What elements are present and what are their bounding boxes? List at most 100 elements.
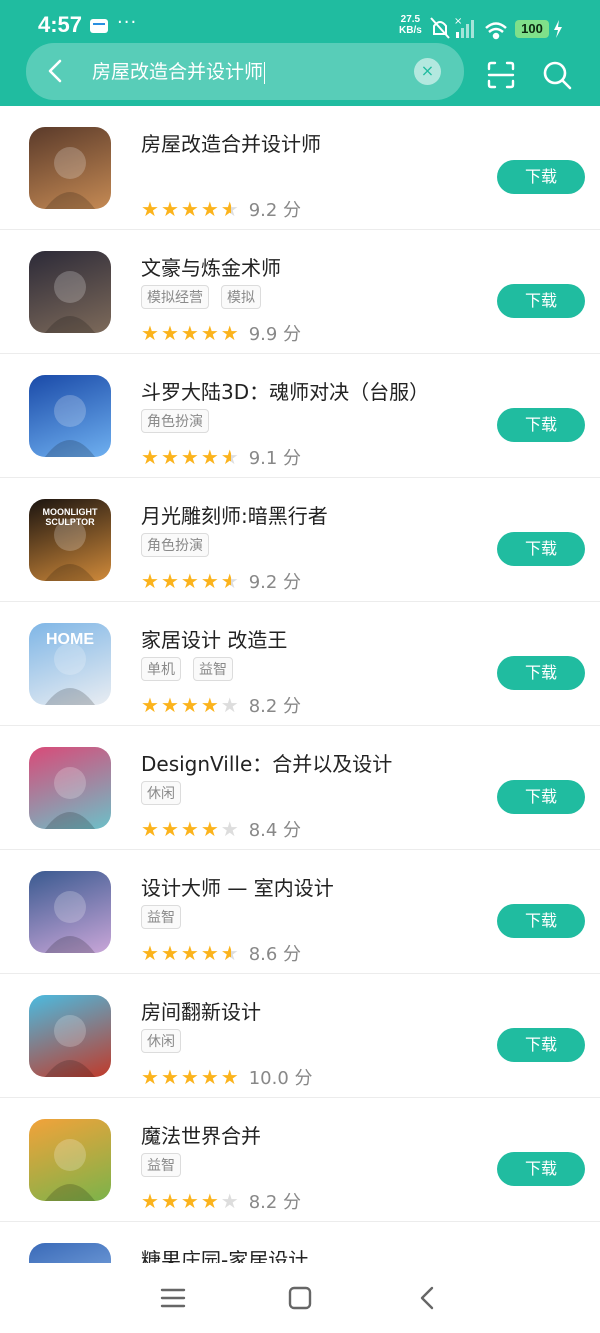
home-icon[interactable]	[287, 1285, 313, 1311]
app-score: 8.2 分	[248, 696, 302, 717]
app-score: 9.2 分	[248, 572, 302, 593]
woman-portrait-icon[interactable]	[29, 127, 111, 209]
star-rating: ★★★★★	[141, 569, 241, 593]
app-tags: 益智	[141, 1153, 193, 1177]
app-tags: 角色扮演	[141, 409, 221, 433]
app-tag: 模拟	[221, 285, 261, 309]
star-full: ★	[141, 1065, 161, 1089]
redhead-crystal-icon[interactable]	[29, 995, 111, 1077]
star-full: ★	[200, 321, 221, 345]
app-title[interactable]: 文豪与炼金术师	[141, 252, 281, 281]
status-icons: ×	[430, 16, 507, 40]
search-bar[interactable]: 房屋改造合并设计师 ×	[26, 43, 464, 100]
app-tag: 模拟经营	[141, 285, 209, 309]
app-rating: ★★★★★ 9.2 分	[141, 196, 301, 222]
star-full: ★	[180, 817, 201, 841]
grass-cube-icon[interactable]	[29, 1119, 111, 1201]
clear-search-button[interactable]: ×	[414, 58, 441, 85]
app-title[interactable]: 魔法世界合并	[141, 1120, 261, 1149]
app-title[interactable]: 斗罗大陆3D：魂师对决（台服）	[141, 376, 429, 405]
star-full: ★	[160, 817, 181, 841]
star-rating: ★★★★★	[141, 321, 241, 345]
star-full: ★	[180, 693, 201, 717]
star-full: ★	[141, 1189, 161, 1213]
status-time: 4:57	[38, 12, 83, 37]
mute-bell-icon	[430, 17, 450, 39]
star-full: ★	[160, 197, 181, 221]
couple-umbrella-icon[interactable]	[29, 747, 111, 829]
download-button[interactable]: 下载	[497, 1028, 585, 1062]
star-full: ★	[160, 693, 181, 717]
star-full: ★	[160, 941, 181, 965]
app-rating: ★★★★★ 10.0 分	[141, 1064, 313, 1090]
app-tags: 角色扮演	[141, 533, 221, 557]
search-icon[interactable]	[542, 60, 572, 90]
app-rating: ★★★★★ 8.6 分	[141, 940, 301, 966]
app-tag: 单机	[141, 657, 181, 681]
mother-baby-icon[interactable]	[29, 871, 111, 953]
moonlight-sculptor-logo-icon[interactable]: MOONLIGHT SCULPTOR	[29, 499, 111, 581]
app-title[interactable]: 房间翻新设计	[141, 996, 261, 1025]
menu-icon[interactable]	[160, 1285, 186, 1311]
star-full: ★	[200, 693, 221, 717]
download-button[interactable]: 下载	[497, 904, 585, 938]
download-button[interactable]: 下载	[497, 1152, 585, 1186]
download-button[interactable]: 下载	[497, 284, 585, 318]
download-button[interactable]: 下载	[497, 160, 585, 194]
star-full: ★	[160, 321, 181, 345]
app-rating: ★★★★★ 9.2 分	[141, 568, 301, 594]
app-tags: 模拟经营 模拟	[141, 285, 273, 309]
star-rating: ★★★★★	[141, 693, 241, 717]
download-button[interactable]: 下载	[497, 780, 585, 814]
app-title[interactable]: 房屋改造合并设计师	[141, 128, 321, 157]
app-list-item[interactable]: 斗罗大陆3D：魂师对决（台服） 角色扮演 ★★★★★ 9.1 分下载	[0, 354, 600, 478]
app-list-item[interactable]: 糖果庄园-家居设计	[0, 1222, 600, 1263]
icon-art	[29, 1243, 111, 1263]
star-full: ★	[160, 1189, 181, 1213]
star-empty: ★	[220, 1189, 241, 1213]
anime-man-icon[interactable]	[29, 251, 111, 333]
search-input[interactable]: 房屋改造合并设计师	[92, 57, 266, 84]
app-score: 9.1 分	[248, 448, 302, 469]
back-arrow-icon[interactable]	[42, 57, 70, 85]
app-title[interactable]: 设计大师 — 室内设计	[141, 872, 334, 901]
app-list-item[interactable]: 房间翻新设计 休闲 ★★★★★ 10.0 分下载	[0, 974, 600, 1098]
app-tag: 益智	[141, 905, 181, 929]
app-list-item[interactable]: 设计大师 — 室内设计 益智 ★★★★★ 8.6 分下载	[0, 850, 600, 974]
download-button[interactable]: 下载	[497, 532, 585, 566]
app-list-item[interactable]: 文豪与炼金术师 模拟经营 模拟 ★★★★★ 9.9 分下载	[0, 230, 600, 354]
star-half: ★	[220, 197, 241, 221]
text-caret	[264, 61, 266, 84]
app-tags: 益智	[141, 905, 193, 929]
star-rating: ★★★★★	[141, 197, 241, 221]
star-half: ★	[220, 445, 241, 469]
star-full: ★	[141, 817, 161, 841]
app-title[interactable]: 月光雕刻师:暗黑行者	[141, 500, 328, 529]
app-list-item[interactable]: DesignVille：合并以及设计 休闲 ★★★★★ 8.4 分下载	[0, 726, 600, 850]
system-nav-bar	[0, 1263, 600, 1333]
status-bar: 4:57 ··· 27.5 KB/s × 100	[0, 0, 600, 42]
app-title[interactable]: 家居设计 改造王	[141, 624, 287, 653]
download-button[interactable]: 下载	[497, 656, 585, 690]
app-title[interactable]: 糖果庄园-家居设计	[141, 1244, 308, 1263]
app-list-item[interactable]: HOME 家居设计 改造王 单机 益智 ★★★★★ 8.2 分下载	[0, 602, 600, 726]
icon-art	[45, 271, 95, 333]
back-icon[interactable]	[415, 1285, 441, 1311]
app-tag: 休闲	[141, 781, 181, 805]
charging-icon	[554, 20, 562, 38]
star-full: ★	[180, 1065, 201, 1089]
app-title[interactable]: DesignVille：合并以及设计	[141, 748, 392, 777]
app-score: 8.6 分	[248, 944, 302, 965]
candy-manor-icon[interactable]	[29, 1243, 111, 1263]
star-full: ★	[180, 197, 201, 221]
download-button[interactable]: 下载	[497, 408, 585, 442]
app-tag: 角色扮演	[141, 533, 209, 557]
blue-hero-icon[interactable]	[29, 375, 111, 457]
app-tag: 休闲	[141, 1029, 181, 1053]
app-list-item[interactable]: MOONLIGHT SCULPTOR 月光雕刻师:暗黑行者角色扮演 ★★★★★ 9.2…	[0, 478, 600, 602]
star-full: ★	[141, 693, 161, 717]
app-list-item[interactable]: 魔法世界合并 益智 ★★★★★ 8.2 分下载	[0, 1098, 600, 1222]
home-house-icon[interactable]: HOME	[29, 623, 111, 705]
scan-icon[interactable]	[486, 60, 516, 90]
app-list-item[interactable]: 房屋改造合并设计师 ★★★★★ 9.2 分 下载	[0, 106, 600, 230]
